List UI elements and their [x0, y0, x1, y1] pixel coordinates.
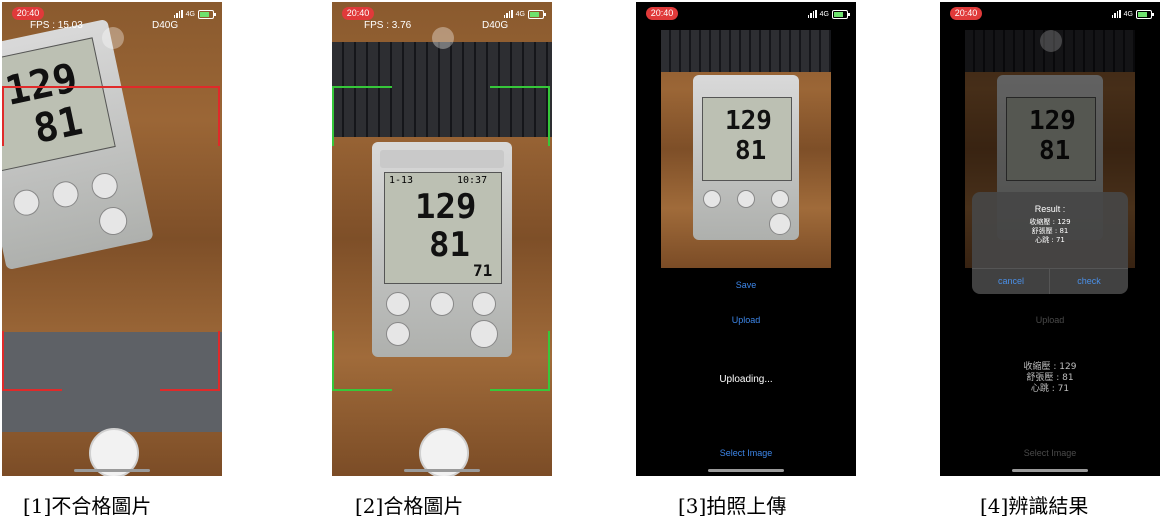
frame-edge-left	[332, 331, 334, 391]
result-summary: 收縮壓 : 129 舒張壓 : 81 心跳 : 71	[940, 362, 1160, 395]
battery-icon	[528, 9, 546, 19]
fps-readout: FPS : 3.76	[364, 20, 412, 31]
uploading-status: Uploading...	[719, 374, 773, 385]
frame-corner-top-right	[490, 86, 550, 88]
network-label: 4G	[185, 10, 195, 18]
dialog-line-systolic: 收縮壓 : 129	[1029, 218, 1071, 226]
phone-screen-1: 129 81 20:40 4G FPS : 15.03 D40G	[2, 2, 222, 476]
check-button[interactable]: check	[1050, 268, 1128, 294]
guide-frame	[2, 86, 220, 391]
result-line-systolic: 收縮壓 : 129	[1023, 362, 1077, 372]
signal-icon	[1111, 10, 1121, 18]
captured-photo: 129 81	[661, 30, 831, 268]
caption-4: [4]辨識結果	[980, 494, 1089, 518]
frame-corner-top-left	[332, 86, 392, 88]
signal-icon	[173, 10, 183, 18]
status-indicators: 4G	[503, 8, 546, 20]
camera-focus-icon	[1040, 30, 1062, 52]
caption-2: [2]合格圖片	[355, 494, 464, 518]
battery-icon	[832, 9, 850, 19]
frame-edge-right	[218, 86, 220, 146]
frame-corner-bottom	[2, 389, 62, 391]
lcd-display: 129 81	[1006, 97, 1096, 181]
upload-button[interactable]: Upload	[940, 315, 1160, 325]
status-time: 20:40	[950, 7, 982, 20]
caption-1: [1]不合格圖片	[23, 494, 152, 518]
home-indicator[interactable]	[404, 469, 480, 472]
network-label: 4G	[515, 10, 525, 18]
frame-corner-bottom-left	[332, 389, 392, 391]
lcd-display: 129 81	[702, 97, 792, 181]
frame-edge-left	[2, 331, 4, 391]
frame-edge-right	[548, 331, 550, 391]
dialog-line-pulse: 心跳 : 71	[1035, 236, 1065, 244]
phone-screen-2: 1-13 10:37 129 81 71 20:40 4G FPS : 3.76…	[332, 2, 552, 476]
device-key	[703, 190, 721, 208]
device-key	[771, 190, 789, 208]
save-button[interactable]: Save	[636, 280, 856, 290]
device-key	[737, 190, 755, 208]
status-time: 20:40	[646, 7, 678, 20]
lcd-dia: 81	[735, 136, 767, 166]
status-indicators: 4G	[173, 8, 216, 20]
result-dialog: Result : 收縮壓 : 129 舒張壓 : 81 心跳 : 71 canc…	[972, 192, 1128, 294]
device-key	[769, 213, 791, 235]
camera-focus-icon	[432, 27, 454, 49]
device-model-label: D40G	[482, 20, 509, 31]
signal-icon	[807, 10, 817, 18]
network-label: 4G	[819, 10, 829, 18]
cancel-button[interactable]: cancel	[972, 268, 1050, 294]
caption-3: [3]拍照上傳	[678, 494, 787, 518]
status-time: 20:40	[342, 7, 374, 20]
frame-edge-left	[2, 86, 4, 146]
keyboard	[661, 30, 831, 72]
frame-edge-right	[218, 331, 220, 391]
device-model-label: D40G	[152, 20, 179, 31]
frame-corner-bottom-right	[490, 389, 550, 391]
battery-icon	[198, 9, 216, 19]
lcd-dia: 81	[1039, 136, 1071, 166]
lcd-sys: 129	[1029, 106, 1076, 136]
status-indicators: 4G	[807, 8, 850, 20]
signal-icon	[503, 10, 513, 18]
camera-focus-icon	[102, 27, 124, 49]
home-indicator[interactable]	[1012, 469, 1088, 472]
select-image-button[interactable]: Select Image	[940, 448, 1160, 458]
select-image-button[interactable]: Select Image	[636, 448, 856, 458]
guide-frame	[332, 86, 550, 391]
fps-readout: FPS : 15.03	[30, 20, 83, 31]
phone-screen-4: 129 81 20:40 4G Result : 收縮壓 : 129 舒張壓 :…	[940, 2, 1160, 476]
dialog-message: 收縮壓 : 129 舒張壓 : 81 心跳 : 71	[972, 218, 1128, 245]
home-indicator[interactable]	[74, 469, 150, 472]
network-label: 4G	[1123, 10, 1133, 18]
frame-corner-bottom	[160, 389, 220, 391]
lcd-sys: 129	[725, 106, 772, 136]
result-line-pulse: 心跳 : 71	[1030, 384, 1070, 394]
status-indicators: 4G	[1111, 8, 1154, 20]
frame-edge-left	[332, 86, 334, 146]
status-time: 20:40	[12, 7, 44, 20]
dialog-line-diastolic: 舒張壓 : 81	[1031, 227, 1069, 235]
blood-pressure-monitor: 129 81	[693, 75, 799, 240]
upload-button[interactable]: Upload	[636, 315, 856, 325]
frame-corner-top-left	[2, 86, 220, 88]
result-line-diastolic: 舒張壓 : 81	[1026, 373, 1074, 383]
frame-edge-right	[548, 86, 550, 146]
dialog-title: Result :	[1034, 204, 1066, 214]
phone-screen-3: 129 81 20:40 4G Save Upload Uploading...…	[636, 2, 856, 476]
battery-icon	[1136, 9, 1154, 19]
home-indicator[interactable]	[708, 469, 784, 472]
